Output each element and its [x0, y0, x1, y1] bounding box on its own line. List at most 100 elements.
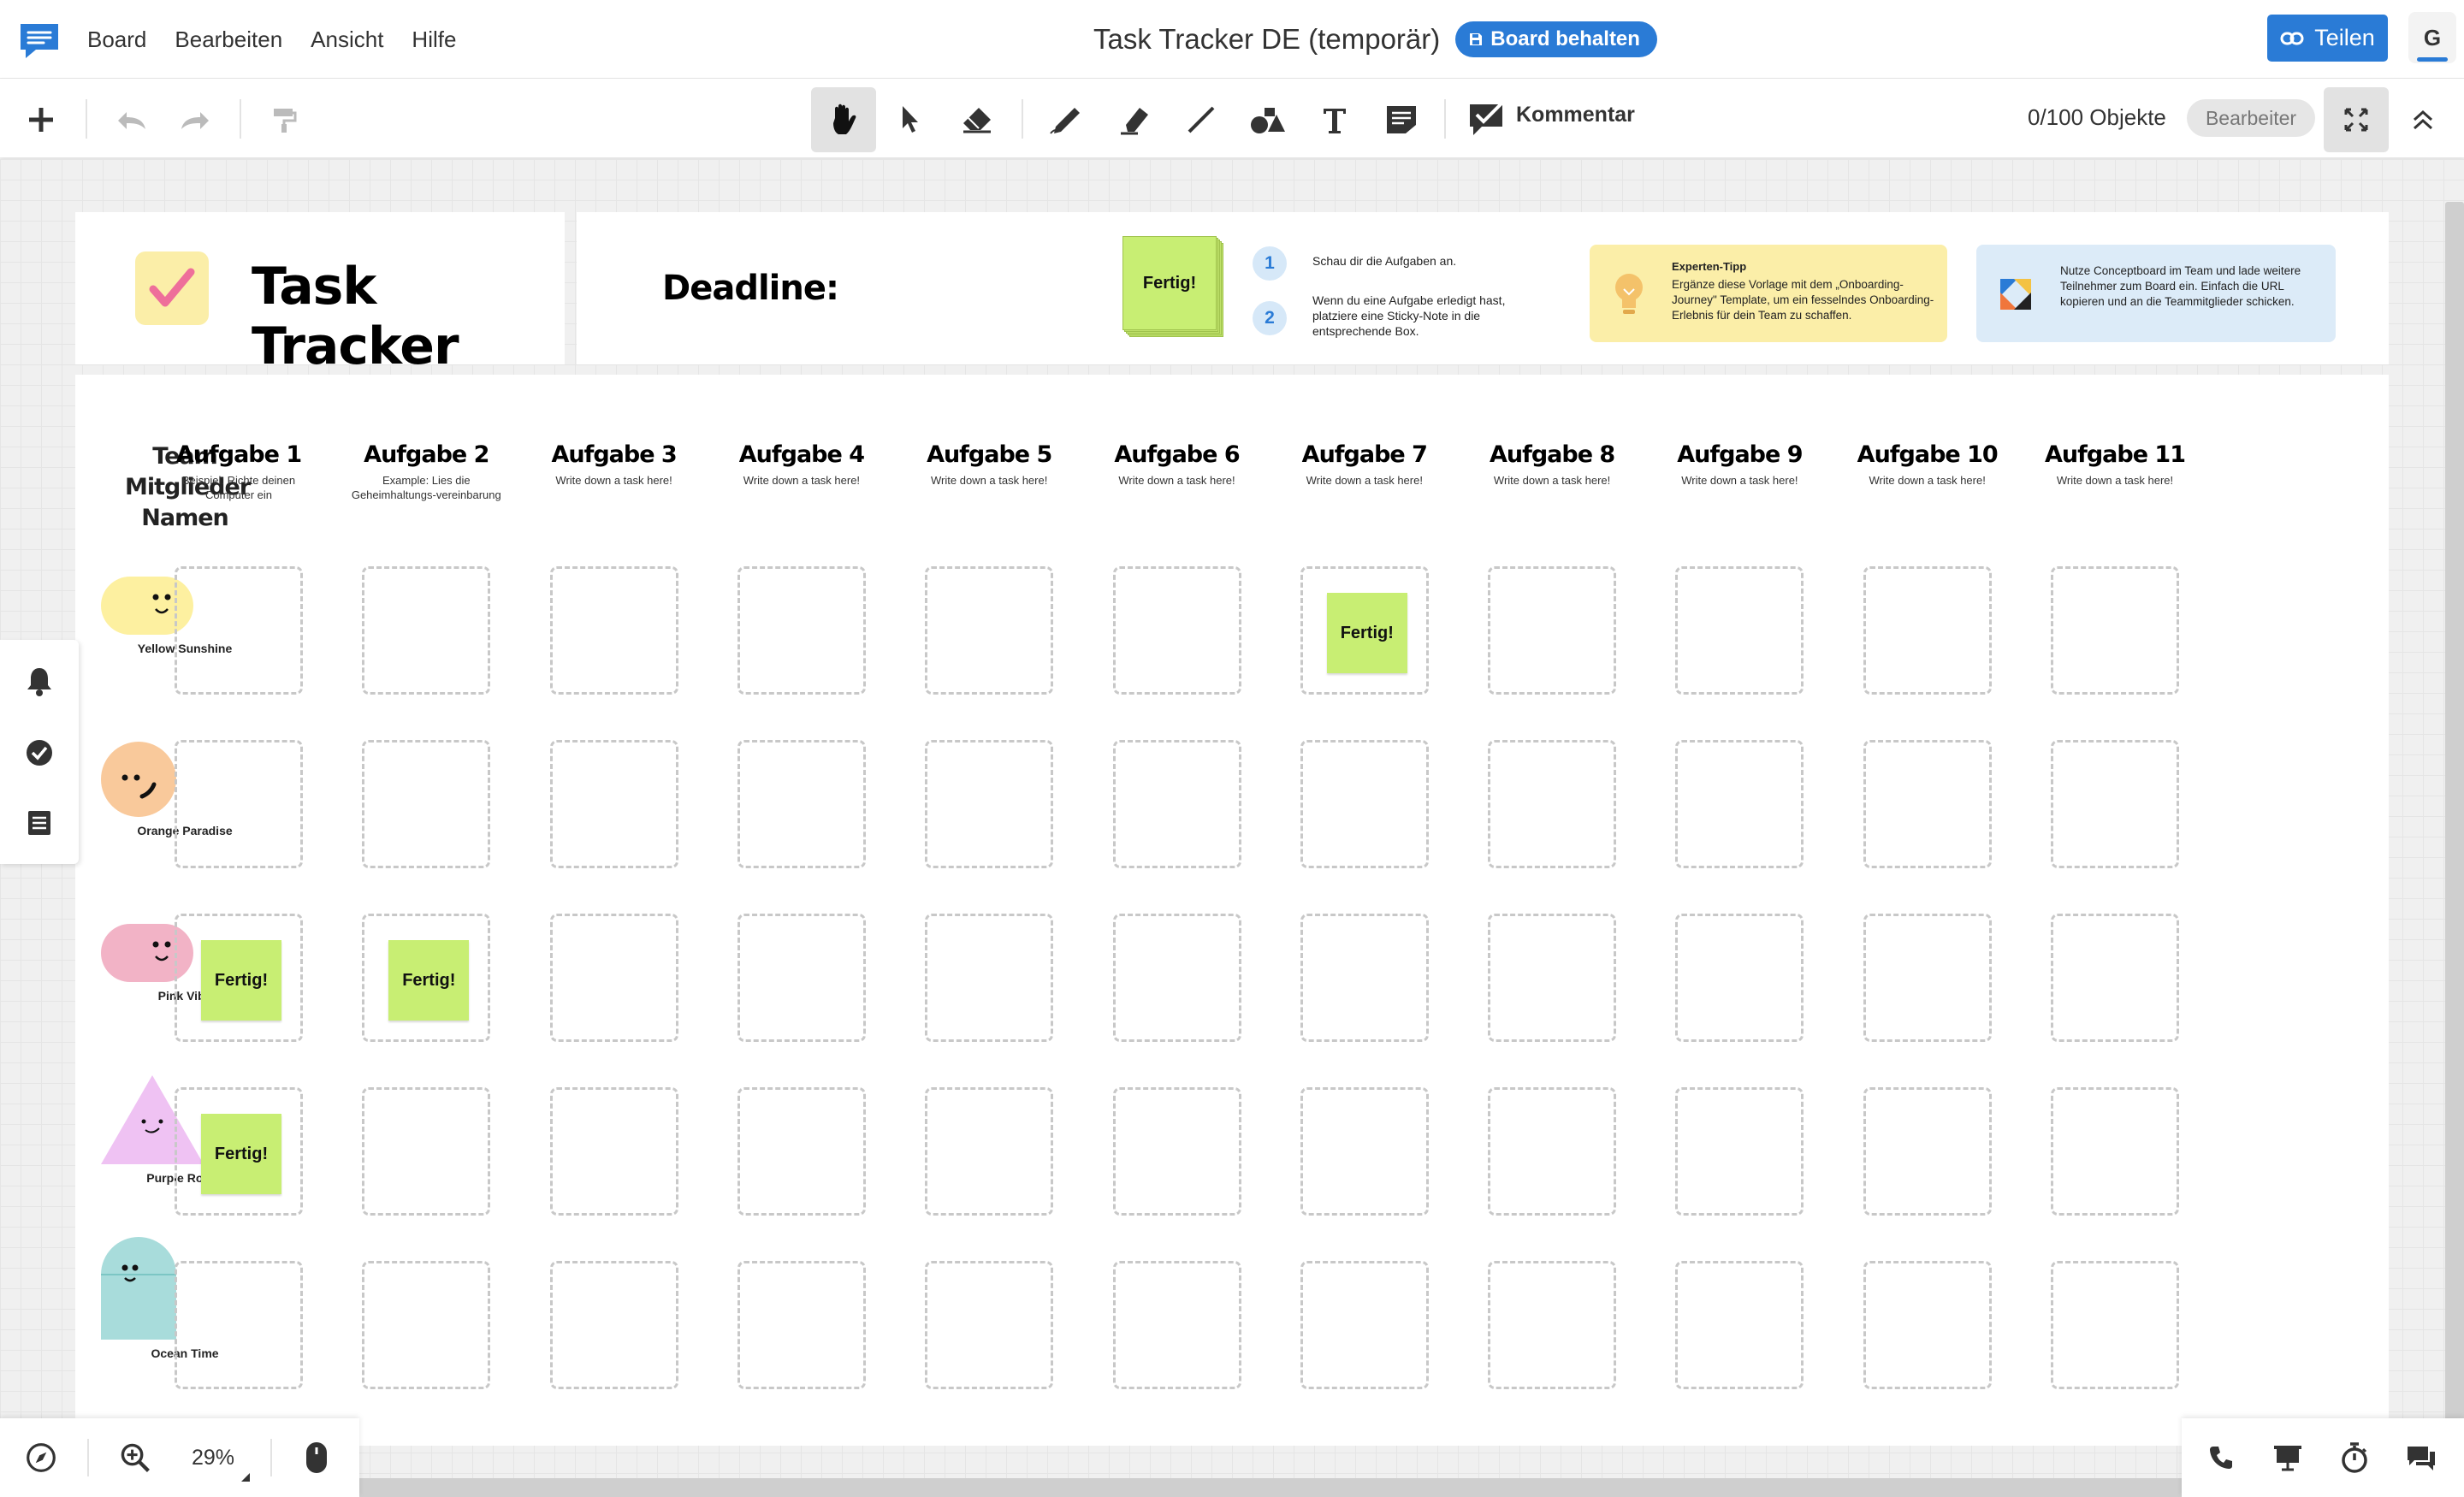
task-drop-box[interactable]: [1863, 1261, 1992, 1389]
sticky-note-icon[interactable]: [1369, 87, 1434, 152]
comment-icon[interactable]: [1454, 87, 1519, 152]
task-drop-box[interactable]: [1112, 566, 1241, 695]
task-drop-box[interactable]: [549, 740, 678, 868]
done-sticky-note[interactable]: Fertig!: [1326, 593, 1407, 673]
task-drop-box[interactable]: [737, 566, 866, 695]
task-drop-box[interactable]: [1675, 1261, 1804, 1389]
plus-icon[interactable]: [9, 87, 74, 152]
share-button[interactable]: Teilen: [2267, 15, 2388, 62]
hand-icon[interactable]: [811, 87, 876, 152]
task-drop-box[interactable]: [2051, 1261, 2179, 1389]
task-drop-box[interactable]: Fertig!: [175, 1087, 303, 1216]
task-drop-box[interactable]: [1863, 1087, 1992, 1216]
menu-view[interactable]: Ansicht: [311, 27, 383, 53]
keep-board-button[interactable]: Board behalten: [1455, 21, 1657, 57]
task-drop-box[interactable]: [362, 1261, 491, 1389]
task-drop-box[interactable]: [1675, 1087, 1804, 1216]
column-header-11[interactable]: Aufgabe 11 Write down a task here!: [2029, 441, 2200, 488]
share-tip-box[interactable]: Nutze Conceptboard im Team und lade weit…: [1976, 245, 2336, 342]
line-icon[interactable]: [1169, 87, 1234, 152]
task-drop-box[interactable]: [1863, 914, 1992, 1042]
task-drop-box[interactable]: [1488, 740, 1617, 868]
horizontal-scrollbar[interactable]: [0, 1478, 2447, 1497]
column-header-2[interactable]: Aufgabe 2 Example: Lies die Geheimhaltung…: [341, 441, 512, 502]
zoom-dropdown-indicator[interactable]: [241, 1473, 250, 1482]
info-panel[interactable]: Deadline: Fertig! 1 Schau dir die Aufgab…: [577, 212, 2389, 364]
user-avatar[interactable]: G: [2408, 12, 2456, 63]
zoom-in-icon[interactable]: [120, 1442, 151, 1473]
menu-edit[interactable]: Bearbeiten: [175, 27, 282, 53]
task-drop-box[interactable]: [1488, 1261, 1617, 1389]
task-drop-box[interactable]: [737, 1261, 866, 1389]
task-drop-box[interactable]: [2051, 566, 2179, 695]
task-drop-box[interactable]: [1675, 566, 1804, 695]
menu-board[interactable]: Board: [87, 27, 146, 53]
task-drop-box[interactable]: [1112, 740, 1241, 868]
task-drop-box[interactable]: [1488, 1087, 1617, 1216]
task-drop-box[interactable]: [925, 1087, 1054, 1216]
column-header-8[interactable]: Aufgabe 8 Write down a task here!: [1466, 441, 1638, 488]
task-drop-box[interactable]: [549, 914, 678, 1042]
task-drop-box[interactable]: [1300, 740, 1429, 868]
text-icon[interactable]: [1302, 87, 1367, 152]
task-drop-box[interactable]: [925, 914, 1054, 1042]
task-drop-box[interactable]: [362, 566, 491, 695]
task-drop-box[interactable]: [925, 740, 1054, 868]
task-drop-box[interactable]: [1488, 914, 1617, 1042]
task-drop-box[interactable]: [2051, 914, 2179, 1042]
task-drop-box[interactable]: [549, 1087, 678, 1216]
task-drop-box[interactable]: [925, 1261, 1054, 1389]
phone-icon[interactable]: [2206, 1442, 2236, 1473]
task-drop-box[interactable]: [737, 914, 866, 1042]
highlighter-icon[interactable]: [1102, 87, 1167, 152]
task-grid-panel[interactable]: Team Mitglieder Namen Aufgabe 1 Beispiel:…: [75, 375, 2389, 1446]
redo-icon[interactable]: [163, 87, 228, 152]
column-header-1[interactable]: Aufgabe 1 Beispiel: Richte deinen Compute…: [153, 441, 324, 502]
collapse-icon[interactable]: [2390, 87, 2455, 152]
task-drop-box[interactable]: Fertig!: [1300, 566, 1429, 695]
chat-icon[interactable]: [2406, 1442, 2437, 1473]
task-drop-box[interactable]: [1300, 1087, 1429, 1216]
task-drop-box[interactable]: [549, 1261, 678, 1389]
column-header-7[interactable]: Aufgabe 7 Write down a task here!: [1279, 441, 1450, 488]
task-drop-box[interactable]: [1488, 566, 1617, 695]
eraser-icon[interactable]: [945, 87, 1010, 152]
task-drop-box[interactable]: [1112, 1261, 1241, 1389]
task-drop-box[interactable]: [1112, 1087, 1241, 1216]
board-title[interactable]: Task Tracker DE (temporär): [1093, 23, 1440, 56]
task-drop-box[interactable]: [175, 1261, 303, 1389]
sticky-note-stack[interactable]: Fertig!: [1122, 236, 1223, 337]
pen-icon[interactable]: [1034, 87, 1099, 152]
column-header-4[interactable]: Aufgabe 4 Write down a task here!: [716, 441, 887, 488]
task-drop-box[interactable]: [1300, 1261, 1429, 1389]
task-drop-box[interactable]: [362, 740, 491, 868]
task-drop-box[interactable]: [175, 740, 303, 868]
fit-screen-icon[interactable]: [2324, 87, 2389, 152]
task-drop-box[interactable]: [1675, 740, 1804, 868]
column-header-10[interactable]: Aufgabe 10 Write down a task here!: [1842, 441, 2013, 488]
task-drop-box[interactable]: [925, 566, 1054, 695]
task-drop-box[interactable]: [2051, 1087, 2179, 1216]
column-header-6[interactable]: Aufgabe 6 Write down a task here!: [1092, 441, 1263, 488]
task-drop-box[interactable]: [2051, 740, 2179, 868]
task-drop-box[interactable]: Fertig!: [175, 914, 303, 1042]
comment-label[interactable]: Kommentar: [1516, 103, 1635, 127]
done-sticky-note[interactable]: Fertig!: [388, 940, 470, 1021]
list-icon[interactable]: [24, 808, 55, 838]
task-drop-box[interactable]: [737, 1087, 866, 1216]
task-drop-box[interactable]: [1675, 914, 1804, 1042]
task-drop-box[interactable]: [1112, 914, 1241, 1042]
zoom-level[interactable]: 29%: [192, 1446, 234, 1470]
title-panel[interactable]: Task Tracker: [75, 212, 565, 376]
shapes-icon[interactable]: [1235, 87, 1300, 152]
expert-tip-box[interactable]: Experten-Tipp Ergänze diese Vorlage mit …: [1590, 245, 1947, 342]
conceptboard-logo-icon[interactable]: [17, 21, 62, 60]
task-drop-box[interactable]: [1863, 566, 1992, 695]
task-drop-box[interactable]: Fertig!: [362, 914, 491, 1042]
timer-icon[interactable]: [2339, 1442, 2370, 1473]
task-drop-box[interactable]: [1300, 914, 1429, 1042]
done-sticky-note[interactable]: Fertig!: [201, 1114, 281, 1194]
task-drop-box[interactable]: [1863, 740, 1992, 868]
compass-icon[interactable]: [26, 1442, 56, 1473]
check-circle-icon[interactable]: [24, 737, 55, 768]
